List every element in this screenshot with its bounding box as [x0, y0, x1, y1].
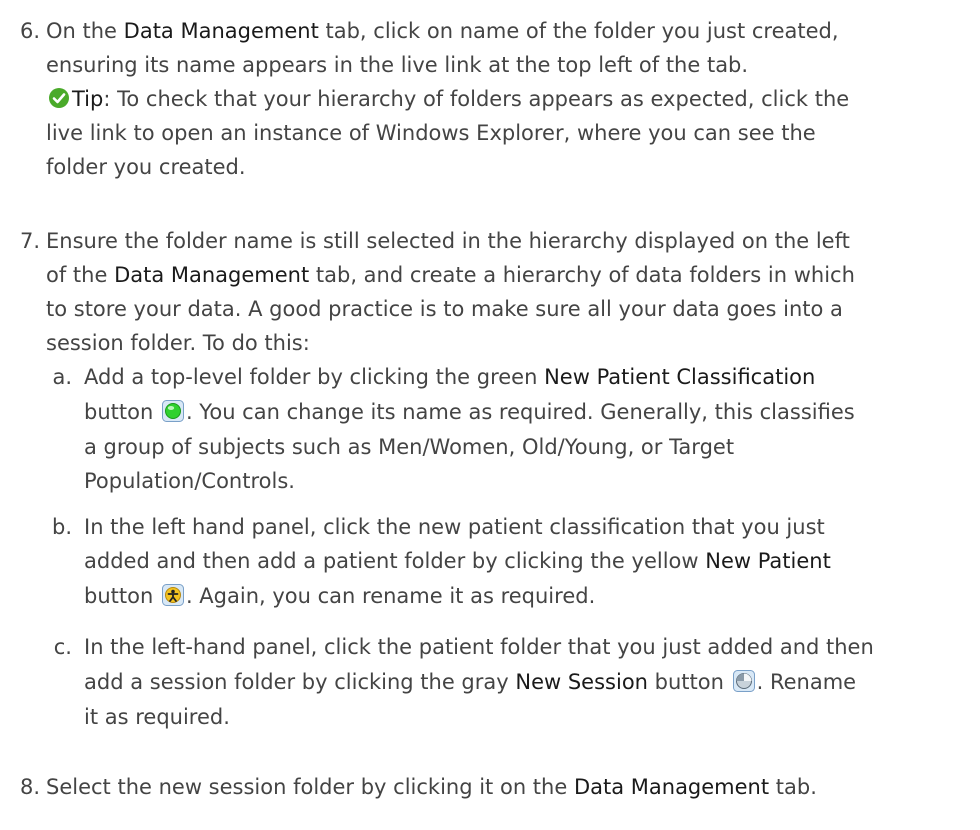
tip-line: Tip: To check that your hierarchy of fol… [46, 82, 950, 116]
step-8-text: Select the new session folder by clickin… [46, 770, 950, 804]
substep-line: added and then add a patient folder by c… [84, 549, 831, 573]
tip-callout: Tip: To check that your hierarchy of fol… [46, 82, 950, 184]
substep-line: button . Again, you can rename it as req… [84, 584, 596, 608]
substep-a-text: Add a top-level folder by clicking the g… [84, 360, 950, 498]
patient-icon [161, 584, 184, 606]
substep-line: add a session folder by clicking the gra… [84, 670, 857, 694]
step-line: Select the new session folder by clickin… [46, 775, 817, 799]
step-line: ensuring its name appears in the live li… [46, 53, 749, 77]
instruction-document: 6. On the Data Management tab, click on … [0, 0, 980, 830]
tip-line: folder you created. [46, 155, 246, 179]
step-6: 6. On the Data Management tab, click on … [0, 14, 980, 214]
ui-term-new-session: New Session [515, 670, 648, 694]
substep-b: b. In the left hand panel, click the new… [46, 510, 950, 620]
tip-label: Tip [72, 87, 104, 111]
session-icon [732, 670, 755, 692]
checkmark-icon [49, 88, 69, 108]
substep-line: a group of subjects such as Men/Women, O… [84, 435, 735, 459]
step-7-text: Ensure the folder name is still selected… [46, 224, 950, 360]
substep-a: a. Add a top-level folder by clicking th… [46, 360, 950, 500]
step-line: On the Data Management tab, click on nam… [46, 19, 839, 43]
step-line: to store your data. A good practice is t… [46, 297, 843, 321]
ui-term-data-management: Data Management [123, 19, 319, 43]
step-8: 8. Select the new session folder by clic… [0, 770, 980, 810]
substep-c-text: In the left-hand panel, click the patien… [84, 630, 950, 734]
ui-term-new-patient-classification: New Patient Classification [544, 365, 816, 389]
step-number: 6. [19, 19, 40, 43]
ui-term-data-management: Data Management [114, 263, 310, 287]
step-6-text: On the Data Management tab, click on nam… [46, 14, 950, 184]
substep-c: c. In the left-hand panel, click the pat… [46, 630, 950, 740]
substep-letter: b. [51, 515, 72, 539]
step-number: 8. [19, 775, 40, 799]
step-7: 7. Ensure the folder name is still selec… [0, 224, 980, 754]
substep-line: Add a top-level folder by clicking the g… [84, 365, 816, 389]
substep-b-text: In the left hand panel, click the new pa… [84, 510, 950, 614]
substep-line: In the left hand panel, click the new pa… [84, 515, 825, 539]
step-line: of the Data Management tab, and create a… [46, 263, 855, 287]
step-line: Ensure the folder name is still selected… [46, 229, 850, 253]
substep-line: button . You can change its name as requ… [84, 400, 855, 424]
substep-line: In the left-hand panel, click the patien… [84, 635, 874, 659]
step-number: 7. [19, 229, 40, 253]
substep-line: Population/Controls. [84, 469, 295, 493]
substep-letter: c. [53, 635, 72, 659]
green-circle-icon [161, 400, 184, 422]
step-line: session folder. To do this: [46, 331, 310, 355]
substep-line: it as required. [84, 705, 230, 729]
ui-term-data-management: Data Management [573, 775, 770, 799]
tip-line: live link to open an instance of Windows… [46, 121, 816, 145]
substep-letter: a. [52, 365, 72, 389]
ui-term-new-patient: New Patient [705, 549, 831, 573]
